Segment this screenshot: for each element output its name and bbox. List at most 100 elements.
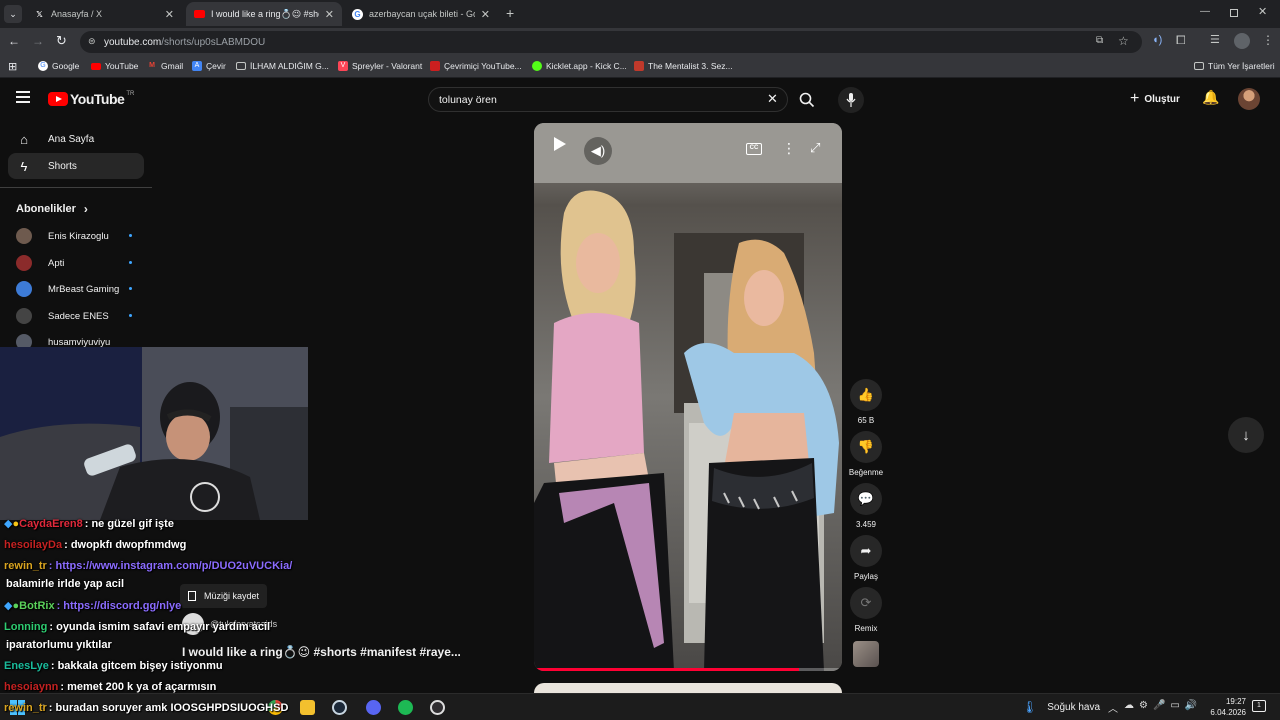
shorts-video-player[interactable]: ◀) CC ⋮ ⤢ bbox=[534, 123, 842, 671]
new-content-dot bbox=[129, 234, 132, 237]
clock-date: 6.04.2026 bbox=[1210, 708, 1246, 717]
weather-widget[interactable]: 🌡 Soğuk hava bbox=[1022, 700, 1100, 714]
create-button[interactable]: + Oluştur bbox=[1130, 90, 1180, 108]
sidebar-divider bbox=[0, 187, 152, 188]
play-button[interactable] bbox=[546, 123, 566, 151]
close-tab-icon[interactable]: ✕ bbox=[481, 8, 490, 21]
subscription-item[interactable]: MrBeast Gaming bbox=[16, 281, 132, 297]
obs-icon[interactable] bbox=[430, 700, 445, 715]
new-content-dot bbox=[129, 261, 132, 264]
tray-overflow-icon[interactable]: ︿ bbox=[1108, 700, 1118, 715]
volume-button[interactable]: ◀) bbox=[584, 137, 612, 165]
search-button[interactable] bbox=[790, 87, 824, 112]
remix-button[interactable]: ⟳ bbox=[850, 587, 882, 619]
account-avatar[interactable] bbox=[1238, 88, 1260, 110]
close-tab-icon[interactable]: ✕ bbox=[325, 8, 334, 21]
share-label: Paylaş bbox=[853, 572, 878, 581]
mentalist-icon bbox=[634, 61, 644, 71]
next-video-button[interactable]: ↓ bbox=[1228, 417, 1264, 453]
captions-icon[interactable]: CC bbox=[746, 143, 762, 155]
reload-icon[interactable]: ↻ bbox=[56, 33, 67, 49]
close-tab-icon[interactable]: ✕ bbox=[165, 8, 174, 21]
webcam-frame bbox=[0, 347, 308, 520]
folder-icon bbox=[236, 62, 246, 70]
new-tab-icon[interactable]: + bbox=[506, 5, 514, 21]
subscription-item[interactable]: Sadece ENES bbox=[16, 308, 132, 324]
install-app-icon[interactable]: ⧉ bbox=[1096, 35, 1103, 46]
dislike-button[interactable]: 👎 bbox=[850, 431, 882, 463]
progress-track[interactable] bbox=[534, 668, 842, 671]
discord-icon[interactable] bbox=[366, 700, 381, 715]
address-bar[interactable]: ⊜ youtube.com/shorts/up0sLABMDOU ⧉ ☆ bbox=[80, 31, 1142, 53]
bookmark-translate[interactable]: A Çevir bbox=[192, 61, 226, 71]
like-button[interactable]: 👍 bbox=[850, 379, 882, 411]
like-count: 65 B bbox=[857, 416, 875, 425]
bookmark-mentalist[interactable]: The Mentalist 3. Sez... bbox=[634, 61, 733, 71]
subscription-item[interactable]: Apti bbox=[16, 255, 132, 271]
bookmark-youtube[interactable]: YouTube bbox=[91, 61, 138, 71]
tab-twitter[interactable]: 𝕏 Anasayfa / X ✕ bbox=[26, 2, 182, 26]
close-window-icon[interactable]: ✕ bbox=[1258, 5, 1267, 18]
short-title[interactable]: I would like a ring💍😉 #shorts #manifest … bbox=[182, 645, 461, 659]
tab-google-search[interactable]: G azerbaycan uçak bileti - Google ✕ bbox=[344, 2, 498, 26]
browser-menu-icon[interactable]: ⋮ bbox=[1262, 33, 1274, 47]
apps-grid-icon[interactable]: ⊞ bbox=[8, 60, 17, 73]
chat-message: hesoiaynn: memet 200 k ya of açarmısın bbox=[4, 681, 217, 693]
clock-time: 19:27 bbox=[1225, 697, 1246, 706]
minimize-window-icon[interactable]: — bbox=[1200, 6, 1210, 17]
sound-thumbnail[interactable] bbox=[853, 641, 879, 667]
hamburger-menu-icon[interactable] bbox=[16, 91, 30, 103]
share-arrow-icon: ➦ bbox=[860, 543, 872, 558]
youtube-logo[interactable]: YouTube TR bbox=[48, 91, 134, 107]
bookmark-gmail[interactable]: M Gmail bbox=[147, 61, 183, 71]
bookmark-kicklet[interactable]: Kicklet.app - Kick C... bbox=[532, 61, 627, 71]
bookmark-star-icon[interactable]: ☆ bbox=[1118, 34, 1129, 48]
search-icon bbox=[799, 92, 815, 107]
bookmark-folder[interactable]: İLHAM ALDIĞIM G... bbox=[236, 61, 329, 71]
video-frame bbox=[534, 123, 842, 671]
chat-message: EnesLye: bakkala gitcem bişey istiyonmu bbox=[4, 660, 223, 672]
translate-icon: A bbox=[192, 61, 202, 71]
more-options-icon[interactable]: ⋮ bbox=[782, 140, 796, 157]
clock[interactable]: 19:27 6.04.2026 bbox=[1200, 696, 1246, 718]
extension-audio-icon[interactable]: ◖) bbox=[1152, 34, 1162, 46]
back-arrow-icon[interactable]: ← bbox=[8, 34, 20, 48]
fullscreen-icon[interactable]: ⤢ bbox=[810, 140, 820, 156]
chat-message: hesoilayDa: dwopkfı dwopfnmdwg bbox=[4, 539, 187, 551]
steam-icon[interactable] bbox=[332, 700, 347, 715]
sidebar-item-shorts[interactable]: ϟ Shorts bbox=[8, 153, 144, 179]
media-controls-icon[interactable]: ☰ bbox=[1210, 33, 1220, 46]
youtube-icon bbox=[91, 62, 101, 70]
file-explorer-icon[interactable] bbox=[300, 700, 315, 715]
tab-youtube-short[interactable]: I would like a ring💍😉 #shorts ✕ bbox=[186, 2, 342, 26]
extensions-puzzle-icon[interactable]: ⧠ bbox=[1176, 33, 1186, 48]
channel-avatar bbox=[16, 228, 32, 244]
notifications-bell-icon[interactable]: 🔔 bbox=[1202, 89, 1219, 106]
bookmark-valorant[interactable]: V Spreyler - Valorant bbox=[338, 61, 422, 71]
notifications-icon[interactable]: 1 bbox=[1252, 700, 1266, 712]
streamer-webcam bbox=[0, 347, 308, 520]
voice-search-button[interactable] bbox=[838, 87, 864, 113]
clear-search-icon[interactable]: ✕ bbox=[767, 91, 778, 107]
comment-icon: 💬 bbox=[857, 491, 875, 506]
spotify-icon[interactable] bbox=[398, 700, 413, 715]
notification-count: 1 bbox=[1257, 702, 1261, 709]
profile-avatar-icon[interactable] bbox=[1234, 33, 1250, 49]
subscriptions-header[interactable]: Abonelikler › bbox=[16, 202, 88, 216]
share-button[interactable]: ➦ bbox=[850, 535, 882, 567]
bookmark-youtube-online[interactable]: Çevrimiçi YouTube... bbox=[430, 61, 522, 71]
search-input[interactable]: tolunay ören ✕ bbox=[428, 87, 788, 112]
save-music-chip[interactable]: Müziği kaydet bbox=[180, 584, 268, 608]
tray-icons[interactable]: ☁⚙🎤▭🔊 bbox=[1124, 700, 1202, 711]
subscription-item[interactable]: Enis Kirazoglu bbox=[16, 228, 132, 244]
site-info-icon[interactable]: ⊜ bbox=[88, 36, 96, 47]
comments-button[interactable]: 💬 bbox=[850, 483, 882, 515]
restore-window-icon[interactable] bbox=[1230, 9, 1238, 17]
sidebar-item-home[interactable]: ⌂ Ana Sayfa bbox=[8, 126, 144, 152]
tab-search-button[interactable]: ⌄ bbox=[4, 5, 22, 23]
forward-arrow-icon[interactable]: → bbox=[32, 34, 44, 48]
bookmark-google[interactable]: G Google bbox=[38, 61, 79, 71]
chat-message: rewin_tr: https://www.instagram.com/p/DU… bbox=[4, 560, 293, 572]
bookmarks-bar: ⊞ G Google YouTube M Gmail A Çevir İLHAM AL… bbox=[0, 56, 1280, 78]
all-bookmarks[interactable]: Tüm Yer İşaretleri bbox=[1194, 61, 1275, 71]
